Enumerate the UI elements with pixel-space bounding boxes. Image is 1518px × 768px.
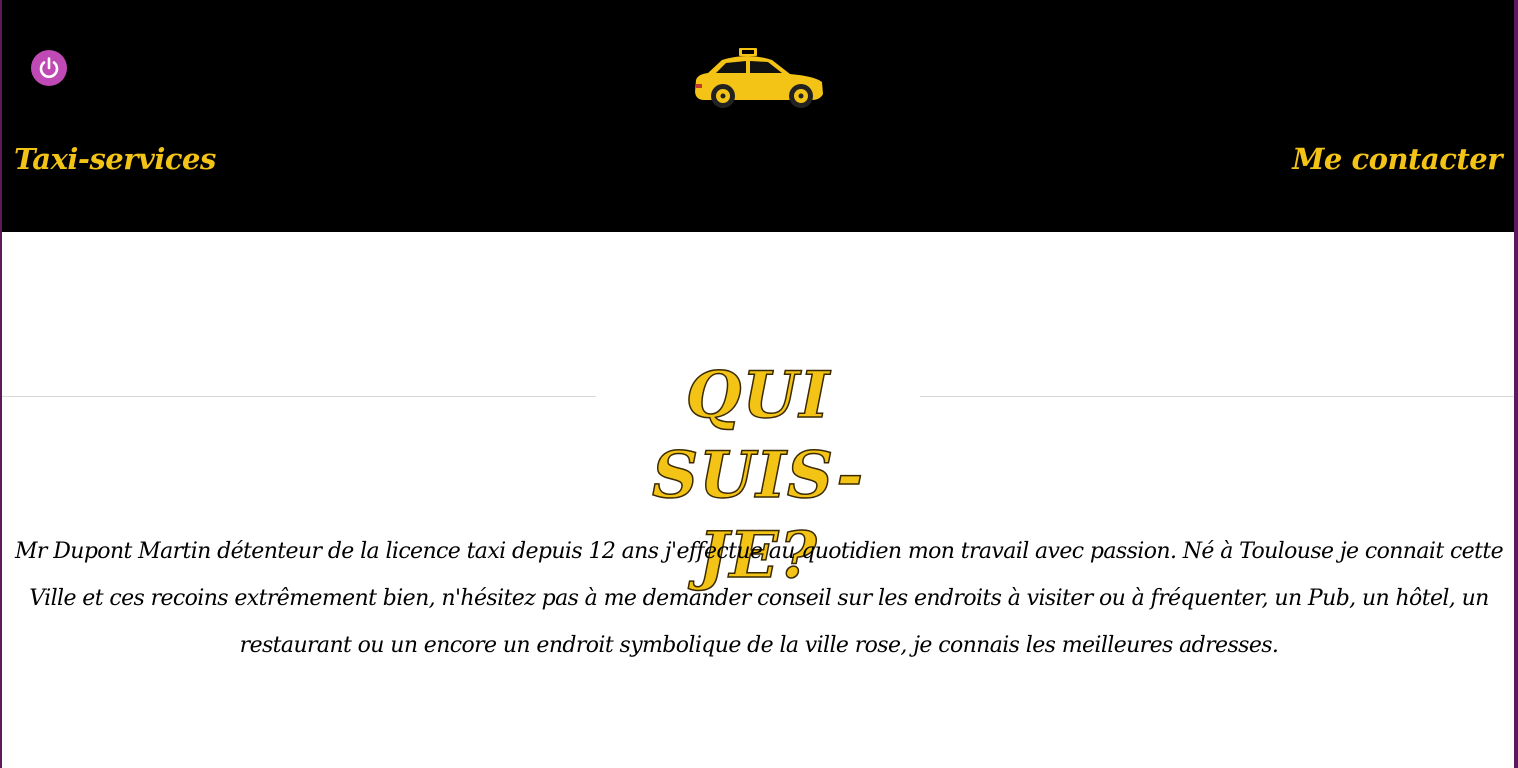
nav-link-contact[interactable]: Me contacter [1292,142,1502,176]
about-heading-section: QUI SUIS-JE? [2,350,1514,594]
taxi-car-icon [695,48,823,108]
nav-link-taxi-services[interactable]: Taxi-services [14,142,216,176]
power-button[interactable] [31,50,67,86]
page-frame: Taxi-services Me contacter QUI SUIS-JE? … [2,0,1514,768]
bio-paragraph: Mr Dupont Martin détenteur de la licence… [14,539,1504,658]
power-icon [39,57,59,78]
taxi-logo[interactable] [692,46,824,112]
divider-right [920,396,1514,397]
site-header: Taxi-services Me contacter [2,0,1514,232]
divider-left [2,396,596,397]
